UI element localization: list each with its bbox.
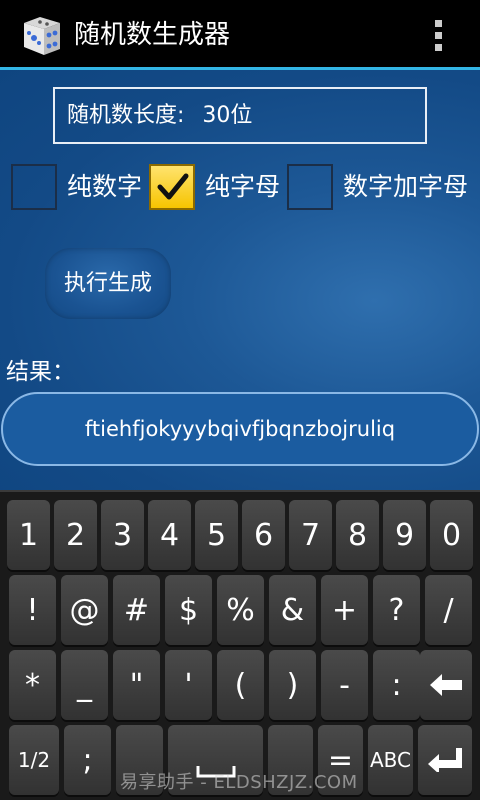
- key-question[interactable]: ?: [373, 575, 420, 645]
- key-dollar[interactable]: $: [165, 575, 212, 645]
- key-semicolon[interactable]: ;: [64, 725, 111, 795]
- result-field[interactable]: ftiehfjokyyybqivfjbqnzbojruliq: [1, 392, 479, 466]
- result-label: 结果：: [6, 359, 75, 385]
- key-page-switch[interactable]: 1/2: [9, 725, 59, 795]
- overflow-menu-icon[interactable]: [430, 20, 446, 52]
- main-content: 随机数长度: 30位 纯数字 纯字母 数字加字母 执行生成 结果： ftiehfj…: [0, 70, 480, 490]
- key-3[interactable]: 3: [101, 500, 144, 570]
- length-value: 30位: [202, 103, 253, 128]
- backspace-key[interactable]: [420, 650, 472, 720]
- key-6[interactable]: 6: [242, 500, 285, 570]
- key-at[interactable]: @: [61, 575, 108, 645]
- key-underscore[interactable]: _: [61, 650, 108, 720]
- key-left-paren[interactable]: (: [217, 650, 264, 720]
- key-percent[interactable]: %: [217, 575, 264, 645]
- key-abc[interactable]: ABC: [368, 725, 413, 795]
- key-4[interactable]: 4: [148, 500, 191, 570]
- checkbox-digits-and-letters-label: 数字加字母: [343, 172, 469, 201]
- soft-keyboard: 1 2 3 4 5 6 7 8 9 0 ! @ # $ % & + ? / * …: [0, 490, 480, 800]
- dice-icon: [20, 13, 66, 59]
- length-field[interactable]: 随机数长度: 30位: [53, 87, 427, 144]
- action-bar: 随机数生成器: [0, 0, 480, 70]
- key-0[interactable]: 0: [430, 500, 473, 570]
- checkbox-letters-only[interactable]: [149, 164, 195, 210]
- key-minus[interactable]: -: [321, 650, 368, 720]
- key-double-quote[interactable]: ": [113, 650, 160, 720]
- backspace-icon: [430, 674, 462, 696]
- enter-key[interactable]: [418, 725, 472, 795]
- checkbox-letters-only-label: 纯字母: [205, 172, 281, 201]
- checkbox-digits-only[interactable]: [11, 164, 57, 210]
- key-asterisk[interactable]: *: [9, 650, 56, 720]
- key-right-paren[interactable]: ): [269, 650, 316, 720]
- watermark: 易享助手 - ELDSHZJZ.COM: [120, 772, 358, 793]
- length-label: 随机数长度:: [67, 103, 185, 128]
- key-2[interactable]: 2: [54, 500, 97, 570]
- key-single-quote[interactable]: ': [165, 650, 212, 720]
- key-7[interactable]: 7: [289, 500, 332, 570]
- key-plus[interactable]: +: [321, 575, 368, 645]
- execute-button[interactable]: 执行生成: [45, 248, 171, 319]
- app-title: 随机数生成器: [74, 20, 231, 50]
- checkbox-digits-only-label: 纯数字: [67, 172, 143, 201]
- checkbox-digits-and-letters[interactable]: [287, 164, 333, 210]
- key-colon[interactable]: :: [373, 650, 420, 720]
- key-exclamation[interactable]: !: [9, 575, 56, 645]
- key-9[interactable]: 9: [383, 500, 426, 570]
- enter-icon: [428, 748, 462, 772]
- checkmark-icon: [157, 173, 189, 200]
- key-ampersand[interactable]: &: [269, 575, 316, 645]
- key-5[interactable]: 5: [195, 500, 238, 570]
- key-slash[interactable]: /: [425, 575, 472, 645]
- key-hash[interactable]: #: [113, 575, 160, 645]
- key-1[interactable]: 1: [7, 500, 50, 570]
- key-8[interactable]: 8: [336, 500, 379, 570]
